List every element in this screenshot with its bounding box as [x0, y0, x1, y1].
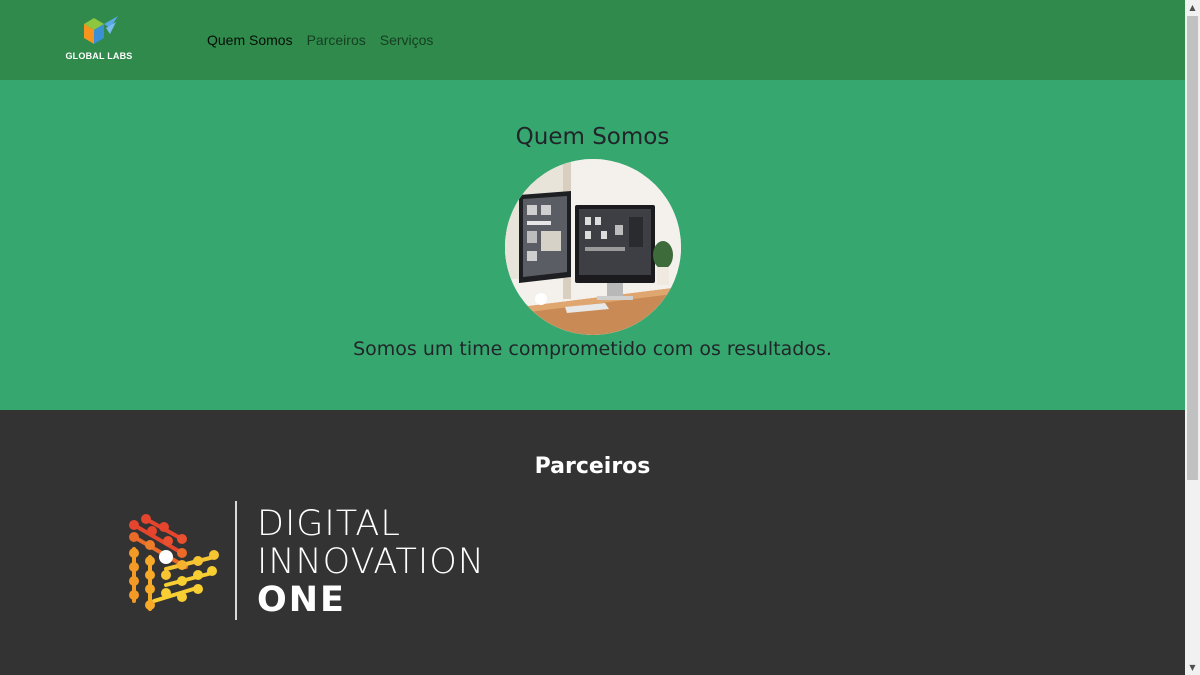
brand-logo[interactable]: GLOBAL LABS: [62, 14, 136, 64]
partner-logo-divider: [235, 501, 237, 620]
about-section: Quem Somos Somos um time comprometido co…: [0, 80, 1185, 410]
office-desk-image: [505, 159, 681, 335]
partner-logo-line-3: ONE: [257, 580, 346, 620]
partners-section: Parceiros DIGITAL INNOVATION ONE: [0, 410, 1185, 675]
vertical-scrollbar[interactable]: ▲ ▼: [1185, 0, 1200, 675]
scroll-up-arrow-icon[interactable]: ▲: [1185, 0, 1200, 15]
partners-title: Parceiros: [534, 454, 651, 479]
navbar: GLOBAL LABS Quem Somos Parceiros Serviço…: [0, 0, 1185, 80]
partner-logo-digital-innovation-one[interactable]: DIGITAL INNOVATION ONE: [126, 501, 506, 621]
partner-logo-line-1: DIGITAL: [257, 504, 401, 544]
logo-text: GLOBAL LABS: [65, 51, 133, 61]
scroll-thumb[interactable]: [1187, 16, 1198, 480]
about-title: Quem Somos: [515, 124, 670, 150]
about-photo: [505, 159, 681, 335]
cube-logo-icon: [84, 16, 118, 44]
nav-link-quem-somos[interactable]: Quem Somos: [207, 32, 293, 48]
nav-link-servicos[interactable]: Serviços: [380, 32, 434, 48]
page: GLOBAL LABS Quem Somos Parceiros Serviço…: [0, 0, 1185, 675]
scroll-down-arrow-icon[interactable]: ▼: [1185, 660, 1200, 675]
dio-mark-icon: [129, 514, 219, 611]
partner-logo-text: DIGITAL INNOVATION ONE: [257, 505, 485, 619]
partner-logo-line-2: INNOVATION: [257, 542, 485, 582]
nav-links: Quem Somos Parceiros Serviços: [207, 32, 433, 48]
about-text: Somos um time comprometido com os result…: [353, 338, 832, 360]
nav-link-parceiros[interactable]: Parceiros: [307, 32, 366, 48]
